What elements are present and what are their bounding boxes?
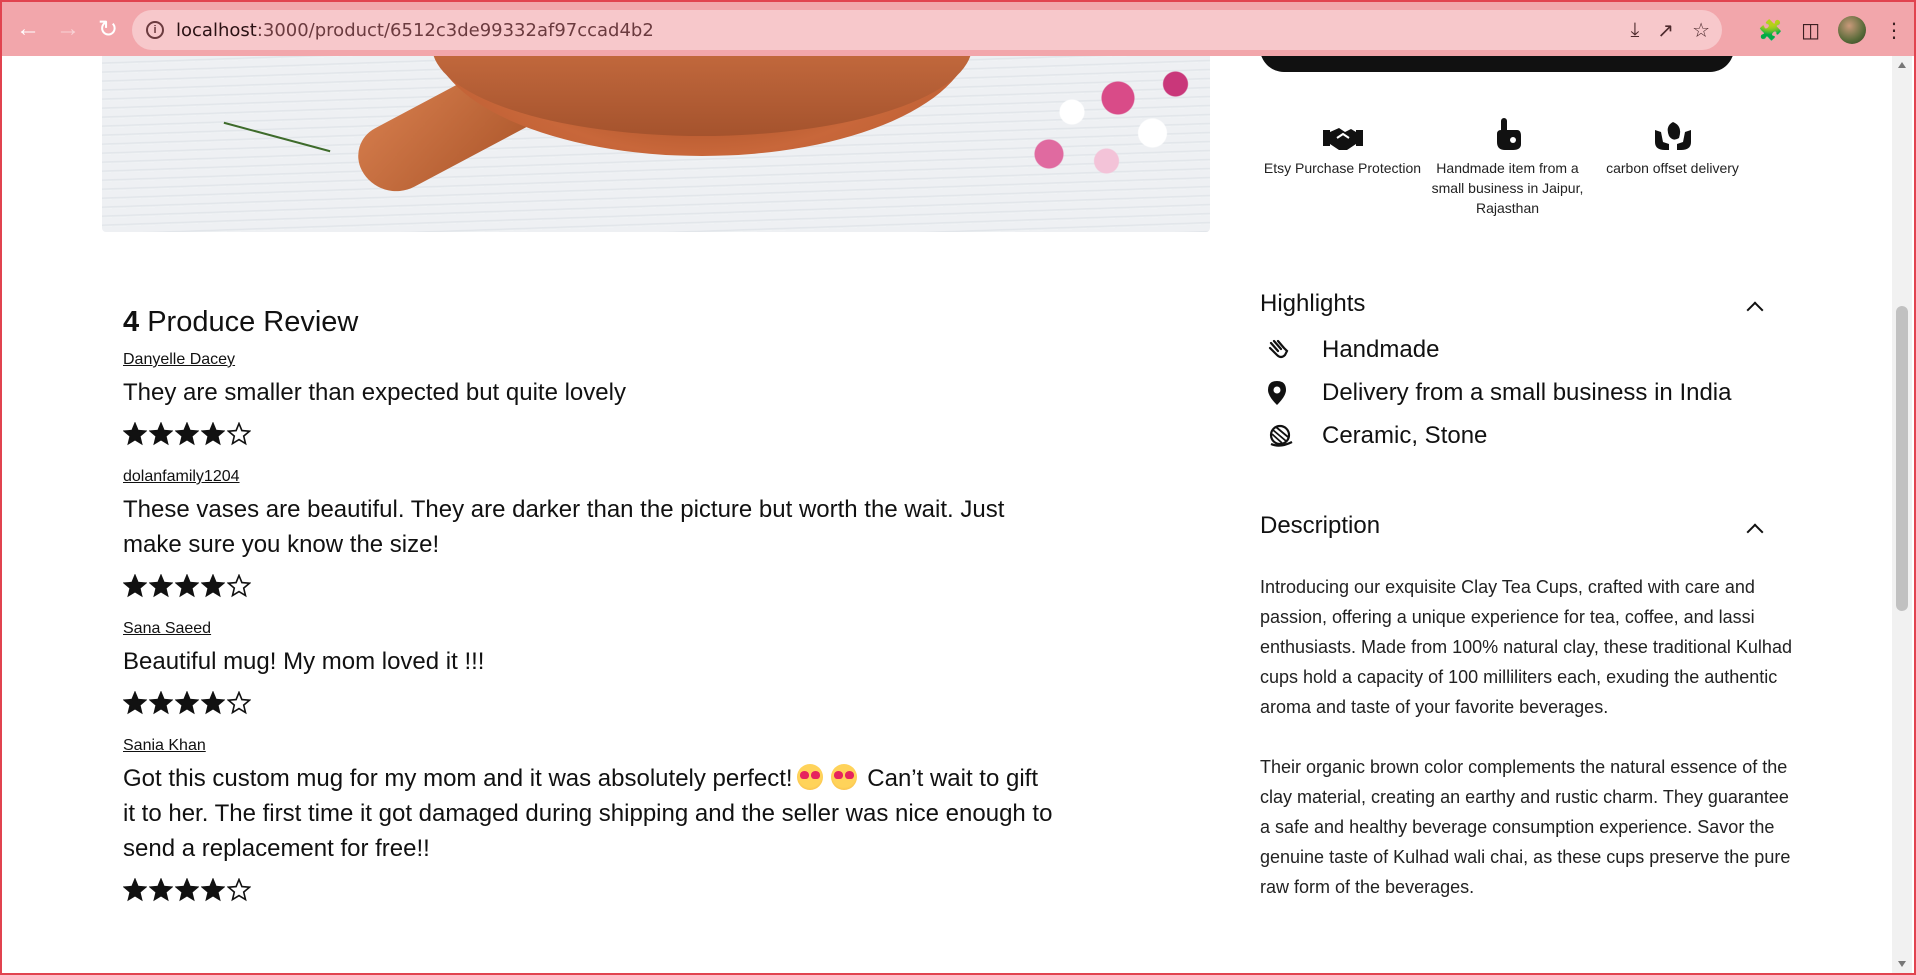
review-text-part: Got this custom mug for my mom and it wa… — [123, 765, 793, 792]
review-item: Sana Saeed Beautiful mug! My mom loved i… — [123, 620, 1063, 721]
badge-label: Handmade item from a small business in J… — [1431, 160, 1584, 216]
forward-button[interactable]: → — [48, 9, 88, 49]
star-filled-icon — [123, 574, 147, 598]
reload-button[interactable]: ↻ — [88, 9, 128, 49]
page-scrollbar[interactable] — [1892, 56, 1912, 973]
description-paragraph: Their organic brown color complements th… — [1260, 757, 1791, 897]
star-empty-icon — [227, 691, 251, 715]
highlights-title: Highlights — [1260, 290, 1366, 317]
star-rating — [123, 685, 1063, 721]
reviews-heading: 4 Produce Review — [123, 306, 1063, 339]
url-host: localhost — [176, 19, 257, 41]
star-rating — [123, 568, 1063, 604]
badge-carbon-offset: carbon offset delivery — [1590, 118, 1755, 218]
leaf-stem — [223, 121, 331, 153]
review-item: dolanfamily1204 These vases are beautifu… — [123, 468, 1063, 604]
review-text: Got this custom mug for my mom and it wa… — [123, 761, 1053, 866]
scroll-up-arrow-icon[interactable] — [1898, 62, 1906, 68]
highlights-collapse-chevron-icon[interactable] — [1746, 301, 1764, 319]
star-filled-icon — [175, 422, 199, 446]
description-collapse-chevron-icon[interactable] — [1746, 523, 1764, 541]
highlight-item: Handmade — [1260, 328, 1732, 371]
highlight-label: Ceramic, Stone — [1322, 421, 1488, 449]
star-filled-icon — [149, 574, 173, 598]
highlight-item: Ceramic, Stone — [1260, 414, 1732, 457]
product-image — [102, 56, 1210, 232]
side-panel-icon[interactable]: ◫ — [1801, 18, 1820, 43]
highlight-label: Handmade — [1322, 335, 1440, 363]
browser-menu-icon[interactable]: ⋮ — [1884, 18, 1904, 43]
page-viewport: Etsy Purchase Protection Handmade item f… — [0, 56, 1916, 975]
install-app-icon[interactable]: ⤓ — [1630, 19, 1639, 42]
star-filled-icon — [123, 691, 147, 715]
highlights-list: Handmade Delivery from a small business … — [1260, 328, 1732, 457]
star-filled-icon — [201, 878, 225, 902]
review-text: They are smaller than expected but quite… — [123, 379, 626, 406]
reviews-heading-text: Produce Review — [147, 306, 359, 338]
review-count: 4 — [123, 306, 140, 338]
review-author[interactable]: Danyelle Dacey — [123, 351, 235, 369]
share-icon[interactable]: ↗ — [1657, 18, 1674, 43]
star-filled-icon — [201, 574, 225, 598]
badge-label: Etsy Purchase Protection — [1263, 160, 1422, 176]
description-body: Introducing our exquisite Clay Tea Cups,… — [1260, 572, 1800, 932]
description-paragraph: Introducing our exquisite Clay Tea Cups,… — [1260, 577, 1792, 717]
badge-label: carbon offset delivery — [1606, 160, 1739, 176]
flowers — [980, 56, 1210, 196]
extensions-icon[interactable]: 🧩 — [1758, 18, 1783, 43]
review-author[interactable]: dolanfamily1204 — [123, 468, 240, 486]
star-filled-icon — [201, 422, 225, 446]
review-text: These vases are beautiful. They are dark… — [123, 496, 1005, 558]
star-rating — [123, 416, 1063, 452]
browser-toolbar: ← → ↻ i localhost:3000/product/6512c3de9… — [0, 0, 1916, 56]
highlight-item: Delivery from a small business in India — [1260, 371, 1732, 414]
review-item: Sania Khan Got this custom mug for my mo… — [123, 737, 1063, 908]
review-text: Beautiful mug! My mom loved it !!! — [123, 648, 485, 675]
review-author[interactable]: Sana Saeed — [123, 620, 211, 638]
star-filled-icon — [149, 422, 173, 446]
scroll-down-arrow-icon[interactable] — [1898, 961, 1906, 967]
feature-badges: Etsy Purchase Protection Handmade item f… — [1260, 118, 1760, 218]
badge-purchase-protection: Etsy Purchase Protection — [1260, 118, 1425, 218]
review-author[interactable]: Sania Khan — [123, 737, 206, 755]
back-button[interactable]: ← — [8, 9, 48, 49]
description-title: Description — [1260, 512, 1381, 539]
star-empty-icon — [227, 574, 251, 598]
badge-handmade: Handmade item from a small business in J… — [1425, 118, 1590, 218]
star-empty-icon — [227, 422, 251, 446]
reviews-section: 4 Produce Review Danyelle Dacey They are… — [123, 306, 1063, 924]
address-bar[interactable]: i localhost:3000/product/6512c3de99332af… — [132, 10, 1722, 50]
add-to-cart-button[interactable] — [1260, 56, 1734, 72]
star-filled-icon — [201, 691, 225, 715]
star-rating — [123, 872, 1063, 908]
star-filled-icon — [123, 422, 147, 446]
handshake-icon — [1260, 118, 1425, 152]
star-filled-icon — [175, 878, 199, 902]
star-filled-icon — [123, 878, 147, 902]
hand-made-icon — [1425, 118, 1590, 152]
location-pin-icon — [1260, 380, 1322, 405]
star-filled-icon — [149, 691, 173, 715]
heart-eyes-emoji-icon — [796, 764, 823, 790]
site-info-icon[interactable]: i — [146, 21, 164, 39]
scrollbar-thumb[interactable] — [1896, 306, 1908, 611]
heart-eyes-emoji-icon — [830, 764, 857, 790]
bookmark-star-icon[interactable]: ☆ — [1692, 18, 1710, 43]
star-filled-icon — [175, 691, 199, 715]
material-icon — [1260, 424, 1322, 448]
hand-wave-icon — [1260, 339, 1322, 361]
profile-avatar[interactable] — [1838, 16, 1866, 44]
url-path: :3000/product/6512c3de99332af97ccad4b2 — [256, 19, 654, 41]
review-item: Danyelle Dacey They are smaller than exp… — [123, 351, 1063, 452]
star-filled-icon — [149, 878, 173, 902]
highlight-label: Delivery from a small business in India — [1322, 378, 1732, 406]
leaf-hands-icon — [1590, 118, 1755, 152]
star-empty-icon — [227, 878, 251, 902]
star-filled-icon — [175, 574, 199, 598]
address-url: localhost:3000/product/6512c3de99332af97… — [176, 20, 654, 41]
